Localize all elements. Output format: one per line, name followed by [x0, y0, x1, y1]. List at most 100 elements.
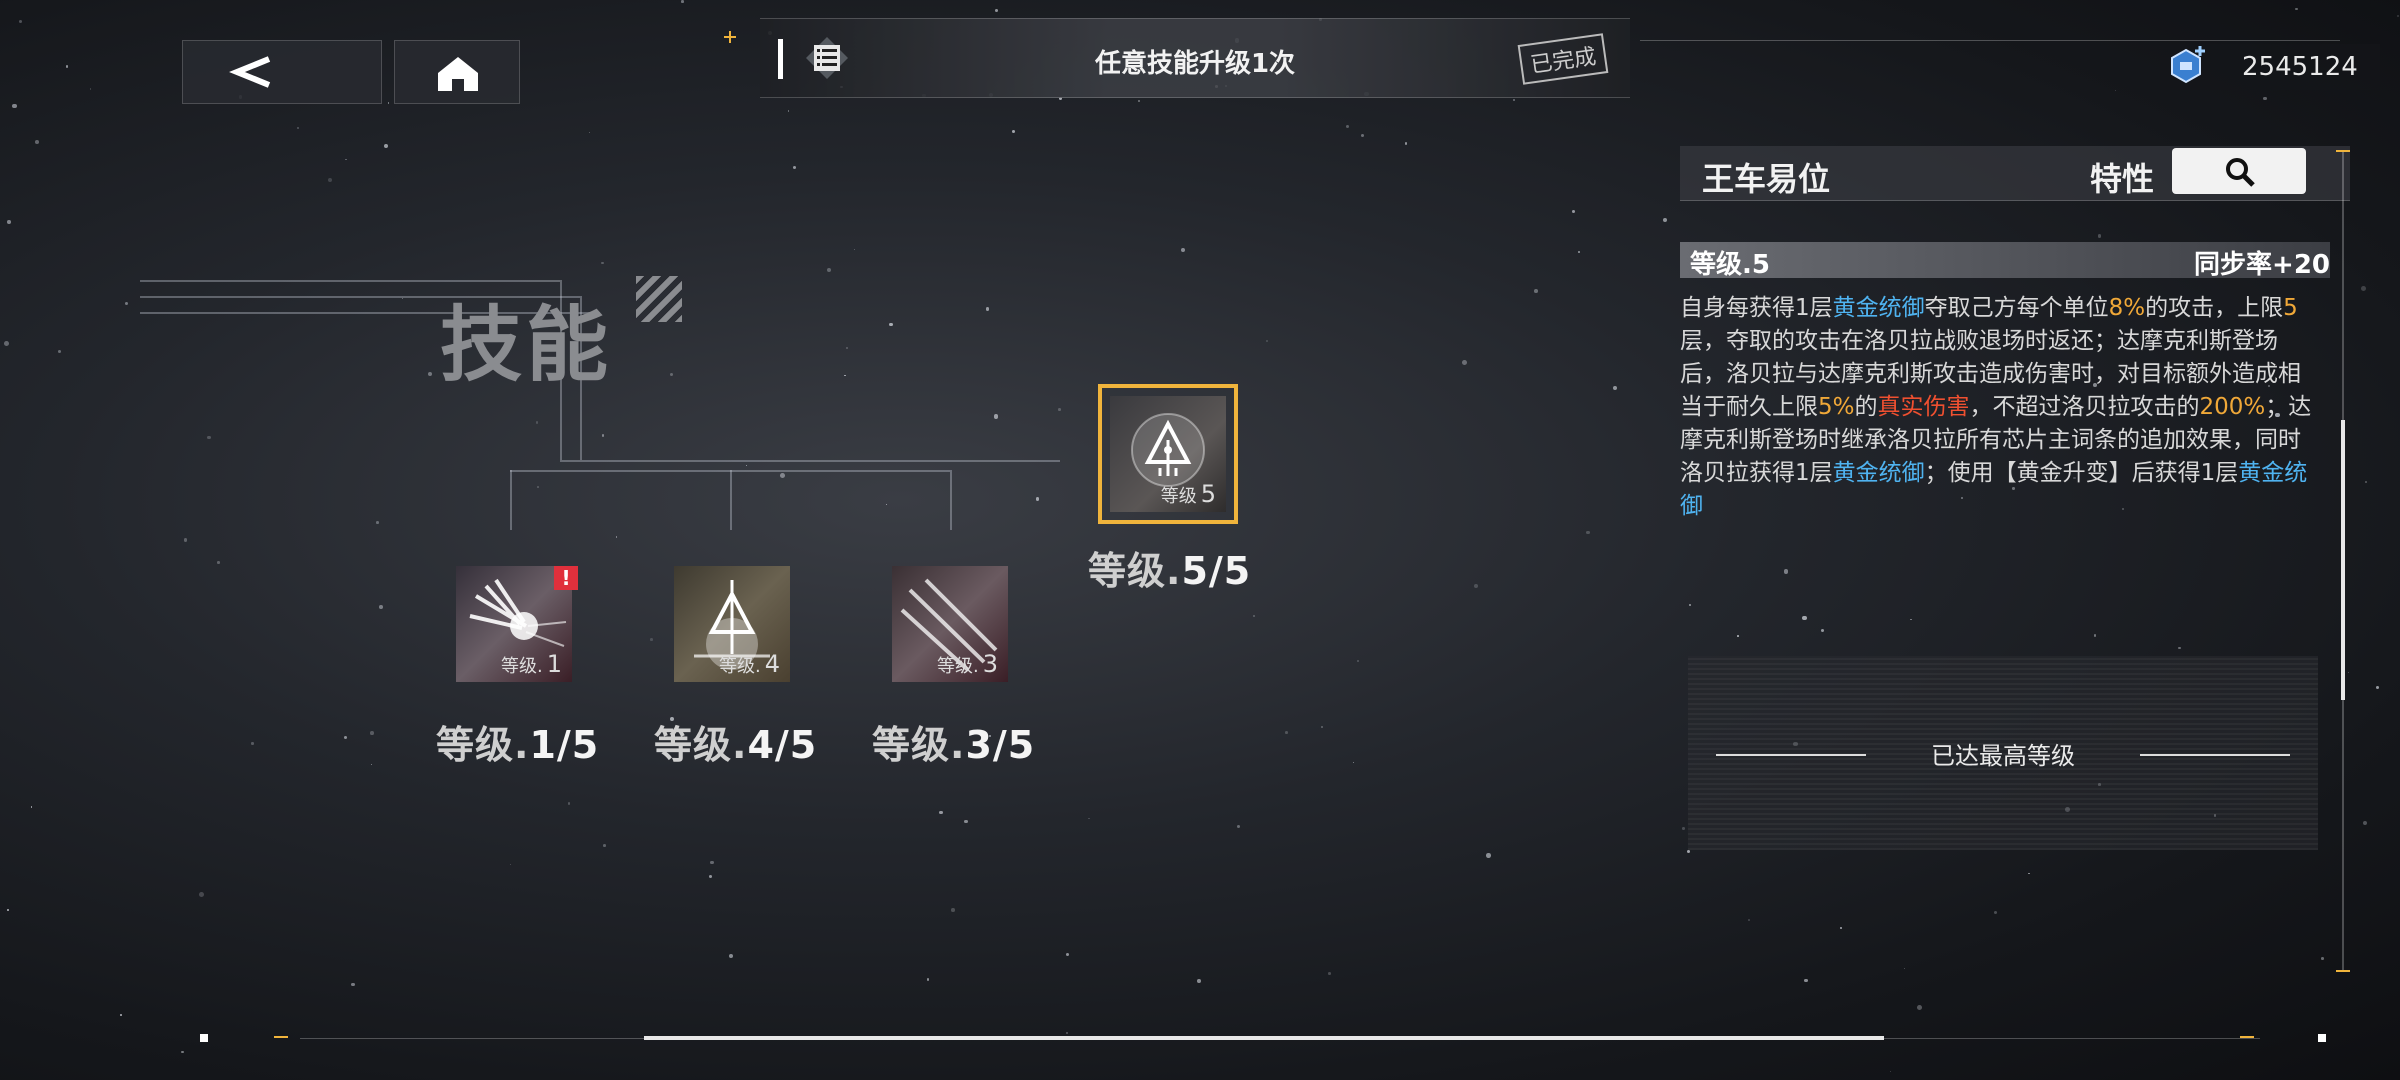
- star: [1197, 978, 1201, 983]
- star: [1404, 142, 1408, 145]
- star: [1586, 530, 1590, 534]
- star: [1237, 824, 1241, 828]
- star: [650, 638, 653, 641]
- star: [6, 219, 11, 224]
- star: [181, 1050, 184, 1054]
- star: [509, 863, 511, 866]
- star: [199, 891, 204, 897]
- star: [35, 140, 39, 145]
- star: [1035, 497, 1040, 501]
- description-text: ；使用【黄金升变】后获得1层: [1924, 460, 2239, 486]
- star: [296, 127, 299, 130]
- deco-tick: [2336, 150, 2350, 152]
- detail-level: 等级.5: [1690, 250, 1770, 280]
- star: [217, 561, 220, 564]
- highlight-orange: 5%: [1818, 394, 1855, 420]
- star: [207, 435, 211, 440]
- star: [792, 165, 797, 170]
- star: [1513, 98, 1516, 102]
- panel-scrollbar[interactable]: [2341, 420, 2345, 700]
- star: [12, 103, 18, 109]
- featured-skill-level: 等级.5/5: [1088, 549, 1252, 593]
- star: [1486, 853, 1491, 859]
- star: [1903, 967, 1906, 970]
- star: [384, 144, 389, 149]
- star: [1357, 659, 1360, 662]
- home-icon: [438, 57, 478, 91]
- skill-3-icon[interactable]: 等级. 3: [892, 566, 1008, 682]
- skill-2-level-small: 等级. 4: [718, 650, 780, 678]
- highlight-orange: 5: [2283, 295, 2298, 321]
- star: [616, 536, 618, 538]
- star: [327, 177, 333, 182]
- description-text: 夺取己方每个单位: [1924, 295, 2109, 321]
- star: [1534, 289, 1538, 294]
- highlight-blue: 黄金统御: [1832, 295, 1925, 321]
- star: [1889, 1070, 1891, 1072]
- chess-tower-icon: [1131, 413, 1205, 487]
- star: [1266, 340, 1269, 342]
- max-level-box: 已达最高等级: [1688, 656, 2318, 850]
- skill-3-level-small: 等级. 3: [936, 650, 998, 678]
- featured-skill-icon[interactable]: 等级 5: [1110, 396, 1226, 512]
- deco-line: [950, 470, 952, 530]
- page-indicator[interactable]: [644, 1036, 1884, 1040]
- currency-amount: 2545124: [2242, 52, 2358, 82]
- star: [779, 473, 785, 479]
- star: [681, 0, 684, 3]
- star: [588, 131, 590, 133]
- skill-2-icon[interactable]: 等级. 4: [674, 566, 790, 682]
- star: [601, 261, 604, 265]
- star: [89, 88, 92, 90]
- star: [745, 464, 747, 466]
- featured-skill-frame[interactable]: 等级 5: [1098, 384, 1238, 524]
- star: [30, 806, 33, 808]
- home-button[interactable]: [394, 40, 520, 104]
- currency-display[interactable]: 2545124: [2160, 44, 2380, 90]
- trait-label: 特性: [2090, 160, 2155, 198]
- star: [344, 736, 348, 740]
- highlight-blue: 黄金统御: [1832, 460, 1925, 486]
- skill-1-icon[interactable]: ! 等级. 1: [456, 566, 578, 682]
- star: [1066, 1032, 1068, 1034]
- star: [2295, 7, 2298, 10]
- star: [964, 819, 968, 823]
- deco-line: [510, 470, 512, 530]
- star: [351, 982, 355, 987]
- star: [1320, 725, 1324, 729]
- star: [2360, 285, 2366, 291]
- star: [985, 307, 990, 311]
- skill-2-level: 等级.4/5: [654, 723, 818, 767]
- sync-rate: 同步率+20: [2194, 250, 2330, 280]
- star: [728, 953, 734, 959]
- star: [927, 978, 930, 981]
- star: [885, 504, 887, 506]
- star: [1571, 209, 1576, 214]
- deco-tick: [274, 1036, 288, 1038]
- mission-banner[interactable]: 任意技能升级1次 已完成: [760, 18, 1630, 98]
- star: [846, 346, 849, 349]
- trait-search-button[interactable]: [2172, 148, 2306, 194]
- star: [183, 538, 188, 543]
- skill-1-level-small: 等级. 1: [500, 650, 562, 678]
- star: [4, 341, 10, 346]
- star: [1011, 129, 1015, 133]
- detail-panel: 王车易位 特性 等级.5 同步率+20 自身每获得1层黄金统御夺取己方每个单位8…: [1680, 146, 2350, 946]
- description-text: ，不超过洛贝拉攻击的: [1969, 394, 2200, 420]
- star: [1361, 133, 1365, 137]
- star: [370, 763, 372, 765]
- star: [1252, 614, 1255, 617]
- skill-description: 自身每获得1层黄金统御夺取己方每个单位8%的攻击，上限5层，夺取的攻击在洛贝拉战…: [1680, 292, 2320, 523]
- star: [537, 486, 539, 488]
- star: [1065, 953, 1069, 957]
- star: [124, 301, 128, 305]
- star: [428, 371, 433, 377]
- star: [2396, 15, 2399, 18]
- star: [669, 372, 673, 376]
- star: [603, 843, 607, 847]
- star: [1057, 408, 1061, 412]
- star: [1612, 385, 1618, 391]
- back-button[interactable]: [182, 40, 382, 104]
- star: [2114, 89, 2116, 91]
- star: [1474, 583, 1479, 588]
